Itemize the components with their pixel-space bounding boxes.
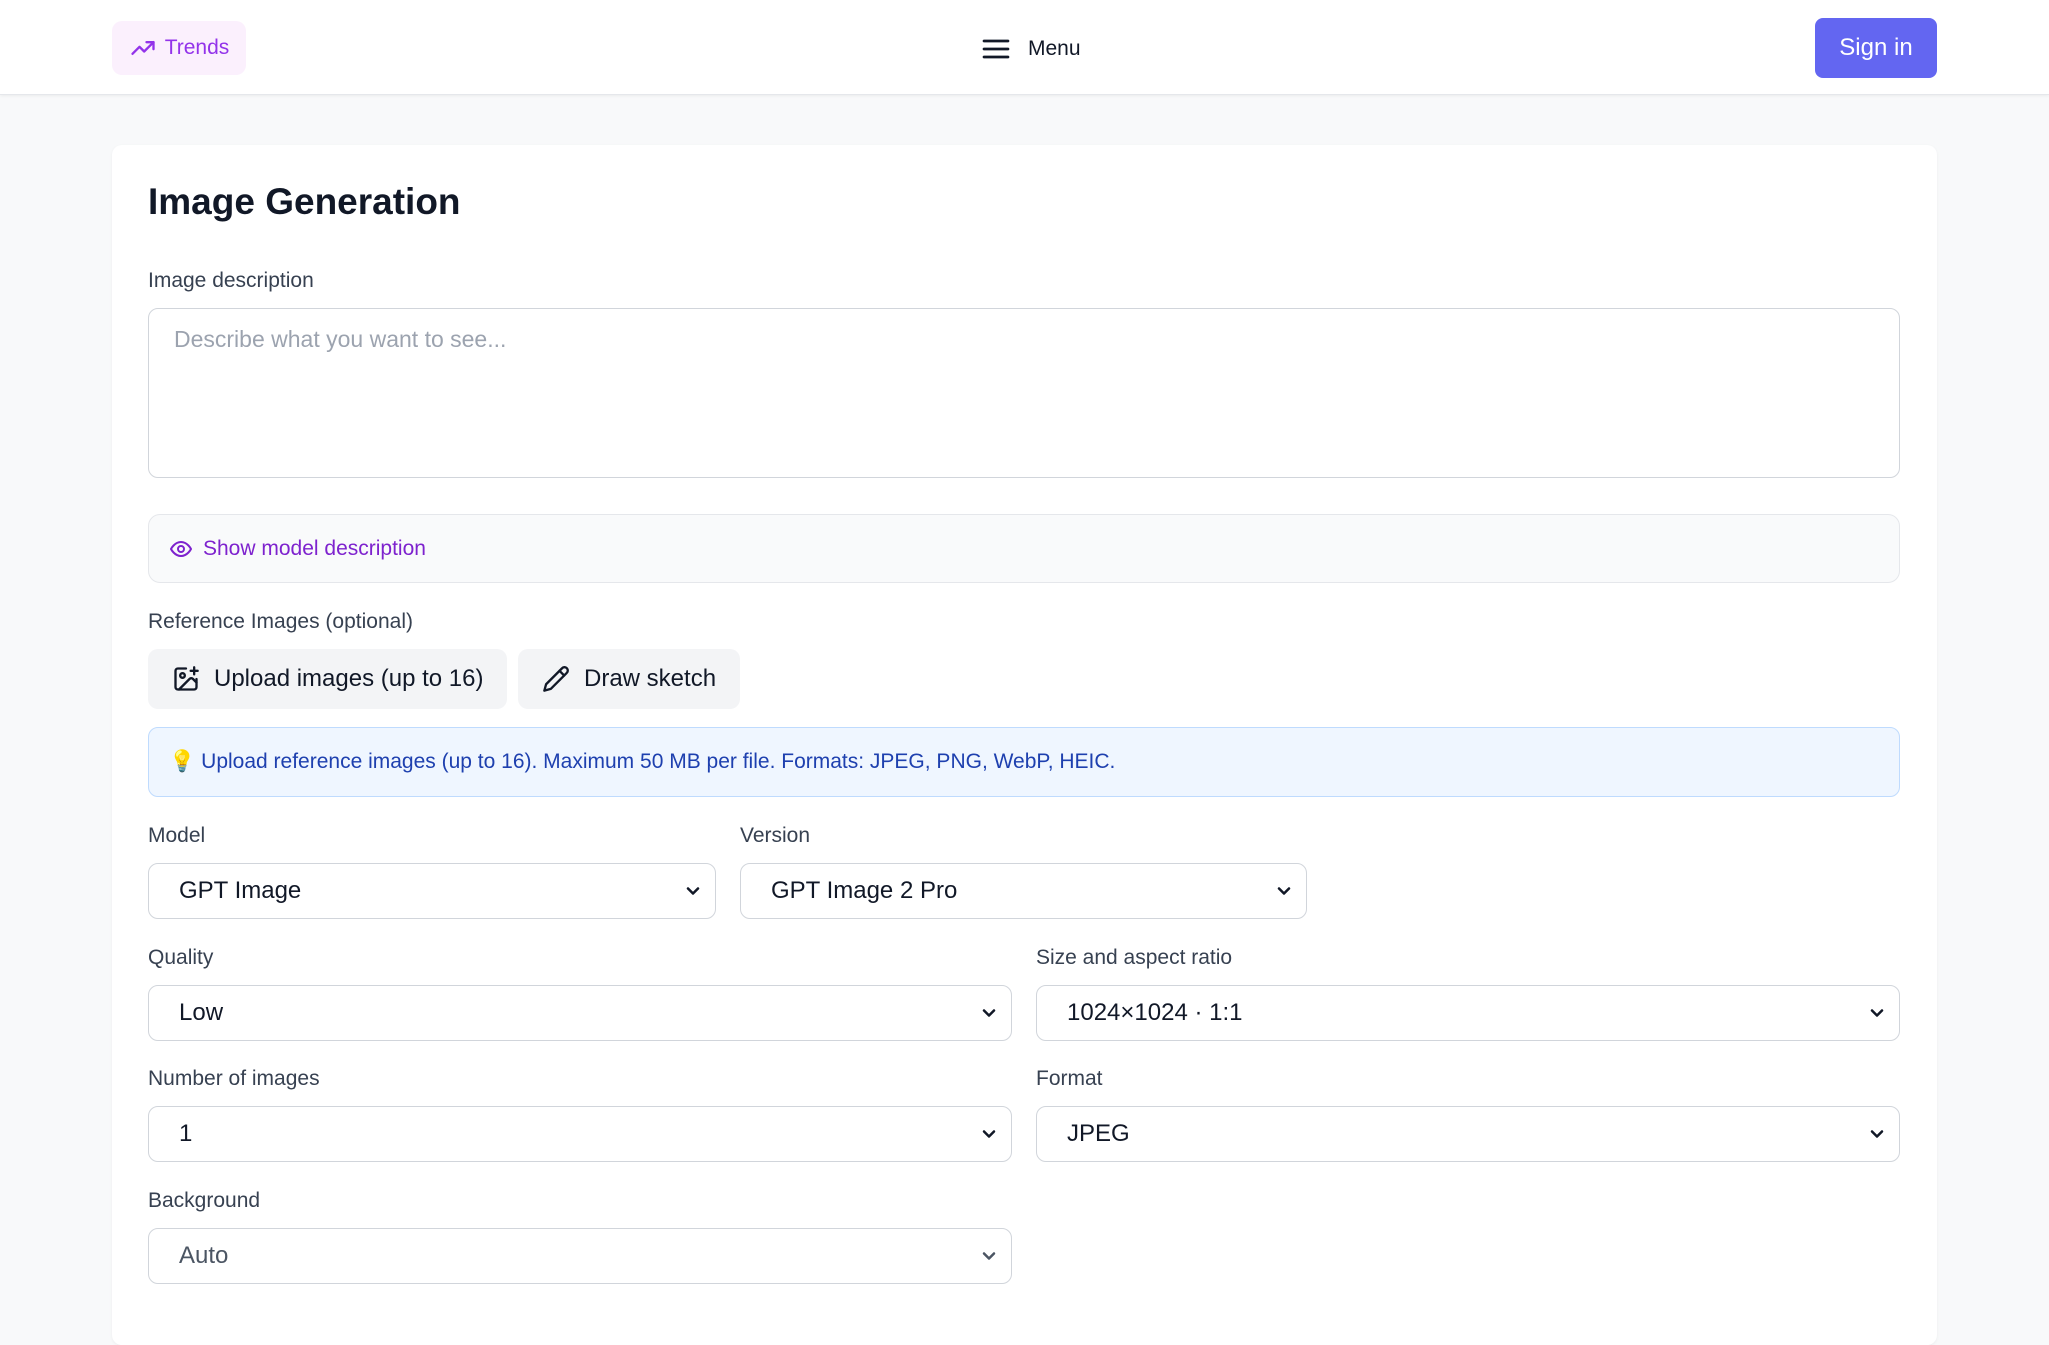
top-navigation-bar: Trends Menu Sign in xyxy=(0,0,2049,95)
chevron-down-icon xyxy=(686,887,700,895)
image-plus-icon xyxy=(174,666,199,691)
background-value: Auto xyxy=(179,1242,229,1269)
eye-icon xyxy=(170,540,192,557)
lightbulb-icon: 💡 xyxy=(169,750,196,773)
format-select[interactable]: JPEG xyxy=(1036,1106,1900,1162)
menu-label: Menu xyxy=(1028,37,1081,60)
chevron-down-icon xyxy=(982,1009,996,1017)
background-label: Background xyxy=(148,1189,261,1212)
model-select[interactable]: GPT Image xyxy=(148,863,716,919)
model-label: Model xyxy=(148,824,206,847)
format-value: JPEG xyxy=(1067,1120,1130,1147)
description-textarea[interactable]: Describe what you want to see... xyxy=(148,308,1900,478)
version-select[interactable]: GPT Image 2 Pro xyxy=(740,863,1307,919)
background-select[interactable]: Auto xyxy=(148,1228,1012,1284)
upload-info-box: 💡 Upload reference images (up to 16). Ma… xyxy=(148,727,1900,797)
chevron-down-icon xyxy=(1870,1130,1884,1138)
version-label: Version xyxy=(740,824,811,847)
upload-info-text: Upload reference images (up to 16). Maxi… xyxy=(201,750,1116,773)
quality-select[interactable]: Low xyxy=(148,985,1012,1041)
chevron-down-icon xyxy=(982,1252,996,1260)
description-placeholder: Describe what you want to see... xyxy=(174,326,507,352)
chevron-down-icon xyxy=(1277,887,1291,895)
chevron-down-icon xyxy=(982,1130,996,1138)
upload-images-label: Upload images (up to 16) xyxy=(214,665,484,692)
draw-sketch-label: Draw sketch xyxy=(584,665,717,692)
trending-up-icon xyxy=(131,41,155,55)
size-value: 1024×1024 · 1:1 xyxy=(1067,999,1243,1026)
image-generation-card: Image Generation Image description Descr… xyxy=(112,145,1937,1345)
reference-images-label: Reference Images (optional) xyxy=(148,610,413,633)
show-model-description-label: Show model description xyxy=(203,536,426,560)
size-label: Size and aspect ratio xyxy=(1036,946,1233,969)
quality-value: Low xyxy=(179,999,224,1026)
model-value: GPT Image xyxy=(179,877,302,904)
pencil-icon xyxy=(543,666,569,692)
trends-button[interactable]: Trends xyxy=(112,21,246,75)
number-of-images-label: Number of images xyxy=(148,1067,320,1090)
format-label: Format xyxy=(1036,1067,1103,1090)
upload-images-button[interactable]: Upload images (up to 16) xyxy=(148,649,508,709)
size-select[interactable]: 1024×1024 · 1:1 xyxy=(1036,985,1900,1041)
page-title: Image Generation xyxy=(148,181,461,222)
hamburger-menu-icon xyxy=(982,39,1010,59)
sign-in-button[interactable]: Sign in xyxy=(1815,18,1937,78)
description-label: Image description xyxy=(148,269,314,292)
quality-label: Quality xyxy=(148,946,214,969)
number-of-images-select[interactable]: 1 xyxy=(148,1106,1012,1162)
draw-sketch-button[interactable]: Draw sketch xyxy=(518,649,741,709)
chevron-down-icon xyxy=(1870,1009,1884,1017)
show-model-description-toggle[interactable]: Show model description xyxy=(148,514,1900,583)
trends-label: Trends xyxy=(164,36,230,59)
number-of-images-value: 1 xyxy=(179,1120,193,1147)
menu-button[interactable]: Menu xyxy=(980,30,1081,68)
version-value: GPT Image 2 Pro xyxy=(771,877,958,904)
